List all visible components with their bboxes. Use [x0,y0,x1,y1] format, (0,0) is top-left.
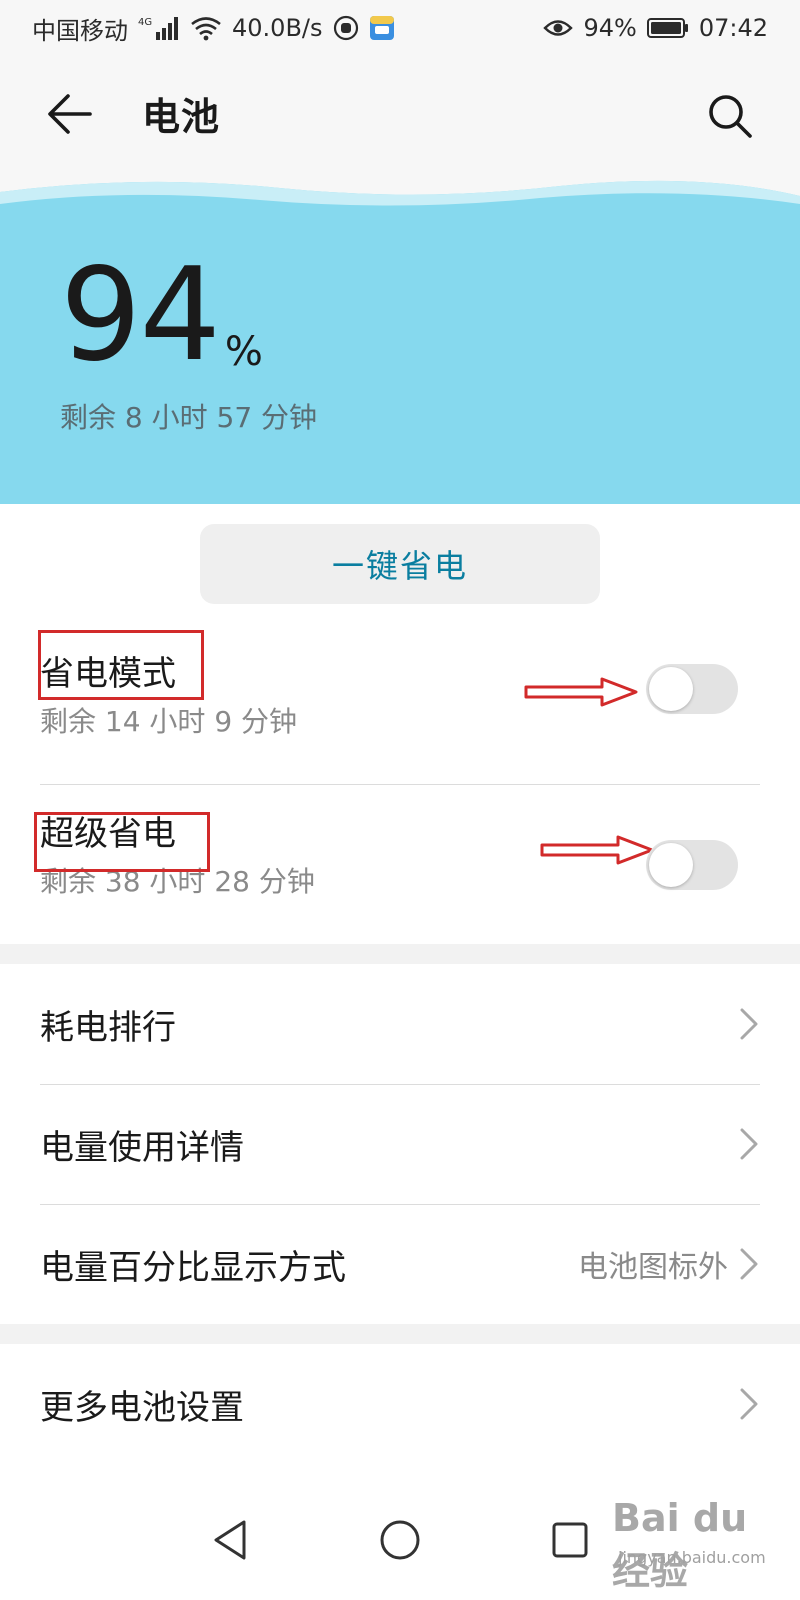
battery-level-number: 94 [60,241,221,390]
menu-item-percentage-display[interactable]: 电量百分比显示方式 电池图标外 [40,1204,760,1324]
section-gap [0,944,800,964]
wifi-icon [190,15,222,41]
watermark-sub: jingyan.baidu.com [618,1548,766,1567]
baidu-jingyan-watermark: Bai du 经验 jingyan.baidu.com [612,1492,772,1593]
network-speed: 40.0B/s [232,14,323,42]
menu-item-right [738,1387,760,1421]
eye-comfort-icon [543,17,574,39]
battery-level-unit: % [224,329,263,375]
ultra-power-saving-row[interactable]: 超级省电 剩余 38 小时 28 分钟 [34,784,760,944]
annotation-highlight-box [38,630,204,700]
app-bar: 电池 [0,56,800,174]
menu-item-power-ranking[interactable]: 耗电排行 [40,964,760,1084]
menu-item-more-battery-settings[interactable]: 更多电池设置 [40,1344,760,1464]
status-left: 中国移动 4G 40.0B/s [32,11,395,46]
square-recents-icon [552,1522,588,1558]
status-right: 94% 07:42 [543,14,768,42]
battery-remaining-time: 剩余 8 小时 57 分钟 [60,401,318,434]
menu-item-label: 电量使用详情 [40,1127,244,1168]
nav-back-button[interactable] [200,1510,260,1570]
chevron-right-icon [738,1127,760,1161]
arrow-left-icon [48,94,92,134]
power-saving-mode-row[interactable]: 省电模式 剩余 14 小时 9 分钟 [38,624,760,784]
menu-item-right [738,1127,760,1161]
section-gap [0,1324,800,1344]
annotation-arrow-icon [524,677,638,707]
search-button[interactable] [700,86,760,146]
ultra-power-saving-toggle[interactable] [646,840,738,890]
page-title: 电池 [142,95,221,139]
status-bar: 中国移动 4G 40.0B/s 94% 07:42 [0,0,800,56]
watermark-main: Bai du 经验 [612,1496,748,1593]
signal-icon: 4G [138,15,180,41]
carrier-label: 中国移动 [32,16,128,45]
power-saving-mode-toggle[interactable] [646,664,738,714]
network-type-label: 4G [138,17,152,28]
wave-decoration [0,174,800,206]
toggle-knob [649,667,693,711]
annotation-highlight-box [34,812,210,872]
search-icon [709,95,752,138]
battery-level: 94 % [60,252,263,380]
nav-recents-button[interactable] [540,1510,600,1570]
back-button[interactable] [40,84,100,144]
message-notification-icon [369,15,395,41]
menu-item-usage-details[interactable]: 电量使用详情 [40,1084,760,1204]
chevron-right-icon [738,1007,760,1041]
power-saving-mode-remaining: 剩余 14 小时 9 分钟 [40,705,298,738]
menu-item-right [738,1007,760,1041]
hand-notification-icon [333,15,359,41]
nav-home-button[interactable] [370,1510,430,1570]
menu-item-label: 更多电池设置 [40,1387,244,1428]
chevron-right-icon [738,1247,760,1281]
one-key-power-save-button[interactable]: 一键省电 [200,524,600,604]
menu-item-label: 耗电排行 [40,1007,176,1048]
circle-home-icon [380,1520,420,1560]
menu-item-label: 电量百分比显示方式 [40,1247,346,1288]
menu-item-value: 电池图标外 [578,1250,728,1285]
menu-item-right: 电池图标外 [578,1242,760,1286]
battery-icon [646,17,689,39]
battery-percent-label: 94% [583,14,637,42]
triangle-back-icon [214,1520,246,1560]
annotation-arrow-icon [540,835,654,865]
clock: 07:42 [698,14,768,42]
toggle-knob [649,843,693,887]
battery-hero: 94 % 剩余 8 小时 57 分钟 [0,174,800,504]
chevron-right-icon [738,1387,760,1421]
